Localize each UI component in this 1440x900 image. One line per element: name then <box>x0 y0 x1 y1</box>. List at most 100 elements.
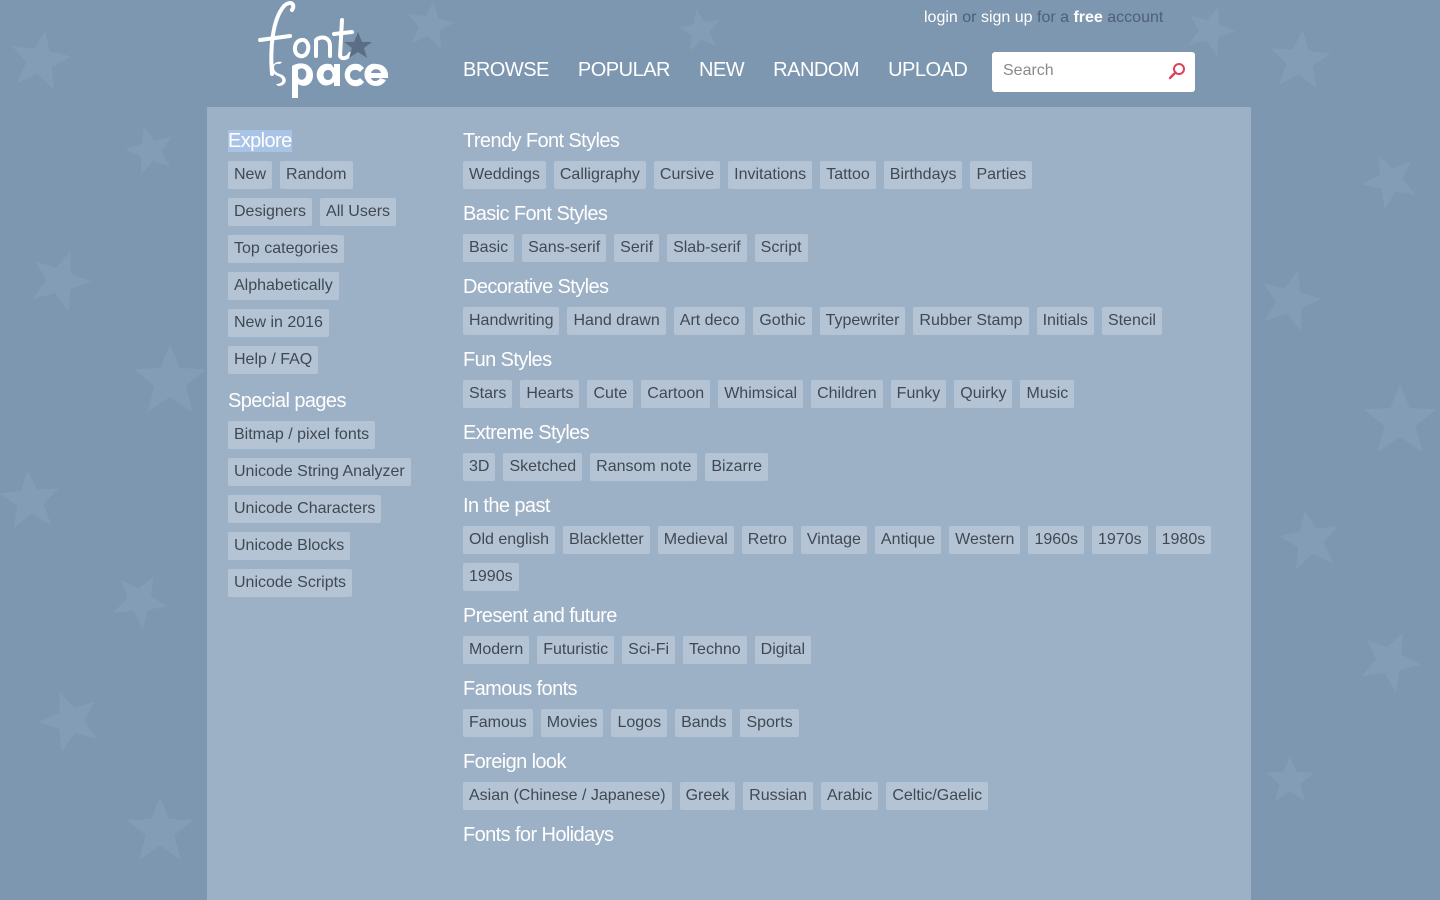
tag-greek[interactable]: Greek <box>679 782 736 810</box>
tag-antique[interactable]: Antique <box>874 526 942 554</box>
category-title[interactable]: Famous fonts <box>463 676 1223 702</box>
category-tags: Old english Blackletter Medieval Retro Vinta… <box>463 526 1223 600</box>
tag-calligraphy[interactable]: Calligraphy <box>553 161 646 189</box>
login-link[interactable]: login <box>924 9 958 26</box>
tag-medieval[interactable]: Medieval <box>657 526 734 554</box>
category-title[interactable]: In the past <box>463 493 1223 519</box>
tag-1970s[interactable]: 1970s <box>1092 526 1148 554</box>
tag-children[interactable]: Children <box>811 380 883 408</box>
tag-quirky[interactable]: Quirky <box>954 380 1013 408</box>
tag-birthdays[interactable]: Birthdays <box>883 161 963 189</box>
special-link-bitmap-pixel-fonts[interactable]: Bitmap / pixel fonts <box>228 421 376 449</box>
tag-blackletter[interactable]: Blackletter <box>563 526 650 554</box>
tag-movies[interactable]: Movies <box>540 709 604 737</box>
nav-popular[interactable]: POPULAR <box>578 59 671 82</box>
explore-link-top-categories[interactable]: Top categories <box>228 235 345 263</box>
category-title[interactable]: Decorative Styles <box>463 274 1223 300</box>
tag-1990s[interactable]: 1990s <box>463 563 519 591</box>
tag-bands[interactable]: Bands <box>675 709 733 737</box>
nav-upload[interactable]: UPLOAD <box>888 59 968 82</box>
tag-arabic[interactable]: Arabic <box>820 782 879 810</box>
tag-cute[interactable]: Cute <box>587 380 634 408</box>
main-nav: BROWSE POPULAR NEW RANDOM UPLOAD <box>463 59 996 82</box>
tag-futuristic[interactable]: Futuristic <box>537 636 615 664</box>
category-title[interactable]: Present and future <box>463 603 1223 629</box>
tag-music[interactable]: Music <box>1020 380 1075 408</box>
tag-logos[interactable]: Logos <box>611 709 668 737</box>
signup-link[interactable]: sign up <box>981 9 1033 26</box>
tag-retro[interactable]: Retro <box>741 526 793 554</box>
tag-slab-serif[interactable]: Slab-serif <box>667 234 747 262</box>
tag-weddings[interactable]: Weddings <box>463 161 546 189</box>
tag-ransom-note[interactable]: Ransom note <box>590 453 698 481</box>
tag-rubber-stamp[interactable]: Rubber Stamp <box>913 307 1029 335</box>
tag-famous[interactable]: Famous <box>463 709 533 737</box>
tag-funky[interactable]: Funky <box>890 380 947 408</box>
explore-link-random[interactable]: Random <box>280 161 353 189</box>
tag-stencil[interactable]: Stencil <box>1101 307 1162 335</box>
tag-1980s[interactable]: 1980s <box>1155 526 1212 554</box>
search-input[interactable] <box>1003 62 1153 80</box>
explore-link-designers[interactable]: Designers <box>228 198 313 226</box>
tag-art-deco[interactable]: Art deco <box>673 307 746 335</box>
nav-browse[interactable]: BROWSE <box>463 59 549 82</box>
tag-modern[interactable]: Modern <box>463 636 530 664</box>
category-title[interactable]: Trendy Font Styles <box>463 128 1223 154</box>
category-foreign-look: Foreign look Asian (Chinese / Japanese) Gr… <box>463 749 1223 819</box>
tag-handwriting[interactable]: Handwriting <box>463 307 560 335</box>
tag-sans-serif[interactable]: Sans-serif <box>522 234 607 262</box>
tag-bizarre[interactable]: Bizarre <box>705 453 769 481</box>
tag-invitations[interactable]: Invitations <box>728 161 813 189</box>
tag-gothic[interactable]: Gothic <box>753 307 812 335</box>
tag-hearts[interactable]: Hearts <box>520 380 580 408</box>
tag-basic[interactable]: Basic <box>463 234 515 262</box>
search-icon[interactable] <box>1168 62 1186 80</box>
explore-row: Alphabetically <box>228 272 443 309</box>
tag-whimsical[interactable]: Whimsical <box>718 380 804 408</box>
tag-initials[interactable]: Initials <box>1036 307 1094 335</box>
category-title[interactable]: Fun Styles <box>463 347 1223 373</box>
tag-russian[interactable]: Russian <box>743 782 813 810</box>
tag-techno[interactable]: Techno <box>683 636 747 664</box>
fontspace-logo[interactable] <box>250 0 392 100</box>
tag-cursive[interactable]: Cursive <box>653 161 721 189</box>
category-tags: Modern Futuristic Sci-Fi Techno Digital <box>463 636 1223 673</box>
tag-hand-drawn[interactable]: Hand drawn <box>567 307 666 335</box>
tag-asian-chinese-japanese[interactable]: Asian (Chinese / Japanese) <box>463 782 672 810</box>
explore-link-help-faq[interactable]: Help / FAQ <box>228 346 319 374</box>
category-title[interactable]: Foreign look <box>463 749 1223 775</box>
explore-row: New in 2016 <box>228 309 443 346</box>
tag-1960s[interactable]: 1960s <box>1028 526 1085 554</box>
tag-vintage[interactable]: Vintage <box>800 526 867 554</box>
special-link-unicode-blocks[interactable]: Unicode Blocks <box>228 532 351 560</box>
nav-new[interactable]: NEW <box>699 59 745 82</box>
tag-sci-fi[interactable]: Sci-Fi <box>622 636 676 664</box>
tag-serif[interactable]: Serif <box>614 234 660 262</box>
tag-3d[interactable]: 3D <box>463 453 496 481</box>
tag-cartoon[interactable]: Cartoon <box>641 380 711 408</box>
account-text: account <box>1107 9 1164 26</box>
tag-parties[interactable]: Parties <box>970 161 1033 189</box>
tag-digital[interactable]: Digital <box>754 636 812 664</box>
tag-sports[interactable]: Sports <box>740 709 799 737</box>
tag-celtic-gaelic[interactable]: Celtic/Gaelic <box>886 782 989 810</box>
category-title[interactable]: Fonts for Holidays <box>463 822 1223 848</box>
explore-link-new-in-2016[interactable]: New in 2016 <box>228 309 329 337</box>
category-decorative-styles: Decorative Styles Handwriting Hand drawn Ar… <box>463 274 1223 344</box>
explore-link-new[interactable]: New <box>228 161 273 189</box>
special-link-unicode-characters[interactable]: Unicode Characters <box>228 495 382 523</box>
tag-script[interactable]: Script <box>754 234 808 262</box>
tag-old-english[interactable]: Old english <box>463 526 556 554</box>
explore-link-all-users[interactable]: All Users <box>320 198 397 226</box>
special-link-unicode-scripts[interactable]: Unicode Scripts <box>228 569 353 597</box>
tag-stars[interactable]: Stars <box>463 380 513 408</box>
tag-sketched[interactable]: Sketched <box>503 453 583 481</box>
explore-link-alphabetically[interactable]: Alphabetically <box>228 272 339 300</box>
category-title[interactable]: Basic Font Styles <box>463 201 1223 227</box>
tag-western[interactable]: Western <box>949 526 1021 554</box>
nav-random[interactable]: RANDOM <box>773 59 859 82</box>
tag-tattoo[interactable]: Tattoo <box>820 161 876 189</box>
category-title[interactable]: Extreme Styles <box>463 420 1223 446</box>
tag-typewriter[interactable]: Typewriter <box>819 307 906 335</box>
special-link-unicode-string-analyzer[interactable]: Unicode String Analyzer <box>228 458 411 486</box>
